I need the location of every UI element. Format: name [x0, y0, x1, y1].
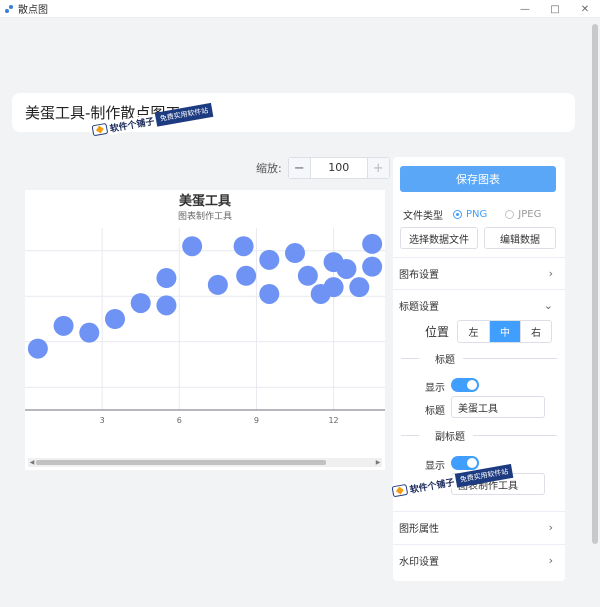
- scatter-point: [233, 236, 254, 257]
- watermark-logo-icon: [391, 484, 408, 497]
- chart-horizontal-scrollbar[interactable]: ◀ ▶: [28, 458, 382, 467]
- scatter-point: [156, 295, 177, 316]
- scatter-point: [207, 274, 228, 295]
- settings-panel: 保存图表 文件类型 PNG JPEG 选择数据文件 编辑数据 图布设置 › 标题…: [393, 157, 565, 581]
- scroll-left-arrow-icon[interactable]: ◀: [28, 458, 36, 467]
- position-center-button[interactable]: 中: [489, 321, 521, 342]
- scatter-point: [156, 268, 177, 289]
- scroll-right-arrow-icon[interactable]: ▶: [374, 458, 382, 467]
- section-title-settings[interactable]: 标题设置 ⌄: [393, 289, 565, 321]
- subtitle-group-divider: 副标题: [401, 429, 557, 443]
- title-field-label: 标题: [425, 406, 445, 417]
- scatter-point: [236, 265, 257, 286]
- radio-jpeg-label[interactable]: JPEG: [518, 209, 541, 220]
- section-watermark-settings[interactable]: 水印设置 ›: [393, 544, 565, 576]
- radio-png[interactable]: [453, 209, 462, 219]
- maximize-button[interactable]: □: [540, 0, 570, 18]
- scatter-point: [362, 233, 383, 254]
- scatter-point: [182, 236, 203, 257]
- horizontal-scrollbar-thumb[interactable]: [36, 460, 326, 465]
- watermark-logo-icon: [91, 123, 108, 136]
- x-tick-label: 9: [254, 416, 259, 425]
- title-group-divider: 标题: [401, 352, 557, 366]
- scatter-point: [53, 315, 74, 336]
- subtitle-show-label: 显示: [425, 461, 445, 472]
- x-tick-label: 12: [328, 416, 338, 425]
- section-shape-props-label: 图形属性: [399, 524, 439, 535]
- section-watermark-settings-label: 水印设置: [399, 557, 439, 568]
- scatter-point: [323, 277, 344, 298]
- scatter-point: [79, 322, 100, 343]
- scatter-point: [27, 338, 48, 359]
- minimize-button[interactable]: —: [510, 0, 540, 18]
- section-shape-props[interactable]: 图形属性 ›: [393, 511, 565, 543]
- chevron-right-icon: ›: [548, 267, 553, 280]
- x-tick-label: 6: [177, 416, 182, 425]
- title-position-row: 位置 左 中 右: [425, 320, 553, 343]
- filetype-row: 文件类型 PNG JPEG: [403, 207, 541, 222]
- title-show-switch[interactable]: [451, 378, 479, 392]
- scatter-point: [130, 293, 151, 314]
- scatter-point: [105, 309, 125, 329]
- position-left-button[interactable]: 左: [458, 321, 489, 342]
- scatter-chart: 3 6 9 12: [25, 228, 385, 425]
- chart-subtitle: 图表制作工具: [177, 212, 232, 222]
- title-show-label: 显示: [425, 383, 445, 394]
- zoom-increase-button[interactable]: +: [366, 158, 389, 178]
- vertical-scrollbar[interactable]: [592, 22, 598, 602]
- section-title-settings-label: 标题设置: [399, 302, 439, 313]
- filetype-label: 文件类型: [403, 210, 443, 222]
- edit-data-button[interactable]: 编辑数据: [484, 227, 556, 249]
- chevron-right-icon: ›: [548, 521, 553, 534]
- title-input[interactable]: 美蛋工具: [451, 396, 545, 418]
- scatter-point: [259, 249, 280, 270]
- subtitle-group-label: 副标题: [435, 431, 465, 443]
- section-chart-settings[interactable]: 图布设置 ›: [393, 257, 565, 289]
- x-tick-label: 3: [100, 416, 105, 425]
- radio-png-label[interactable]: PNG: [466, 209, 487, 220]
- scatter-point: [336, 258, 357, 279]
- chevron-down-icon: ⌄: [543, 299, 553, 312]
- window-bottom-edge: [0, 598, 600, 607]
- chart-area: 3 6 9 12 美蛋工具 图表制作工具: [25, 190, 385, 470]
- select-data-file-button[interactable]: 选择数据文件: [400, 227, 478, 249]
- close-button[interactable]: ✕: [570, 0, 600, 18]
- zoom-label: 缩放:: [256, 162, 282, 175]
- save-chart-button[interactable]: 保存图表: [400, 166, 556, 192]
- scatter-point: [362, 256, 383, 277]
- position-label: 位置: [425, 325, 450, 339]
- window-titlebar: 散点图 — □ ✕: [0, 0, 600, 18]
- window-title: 散点图: [18, 5, 48, 16]
- scatter-point: [297, 265, 318, 286]
- zoom-decrease-button[interactable]: −: [288, 158, 311, 178]
- position-right-button[interactable]: 右: [520, 321, 551, 342]
- position-segmented-control: 左 中 右: [457, 320, 553, 343]
- chevron-right-icon: ›: [548, 554, 553, 567]
- scatter-point: [349, 277, 370, 298]
- vertical-scrollbar-thumb[interactable]: [592, 24, 598, 544]
- scatter-point: [259, 283, 280, 304]
- chart-title: 美蛋工具: [178, 194, 231, 209]
- app-icon: [5, 4, 13, 13]
- zoom-control: 缩放: − 100 +: [256, 157, 390, 179]
- scatter-point: [285, 243, 305, 264]
- title-group-label: 标题: [435, 354, 455, 366]
- radio-jpeg[interactable]: [505, 209, 515, 219]
- zoom-input[interactable]: 100: [311, 158, 367, 178]
- section-chart-settings-label: 图布设置: [399, 270, 439, 281]
